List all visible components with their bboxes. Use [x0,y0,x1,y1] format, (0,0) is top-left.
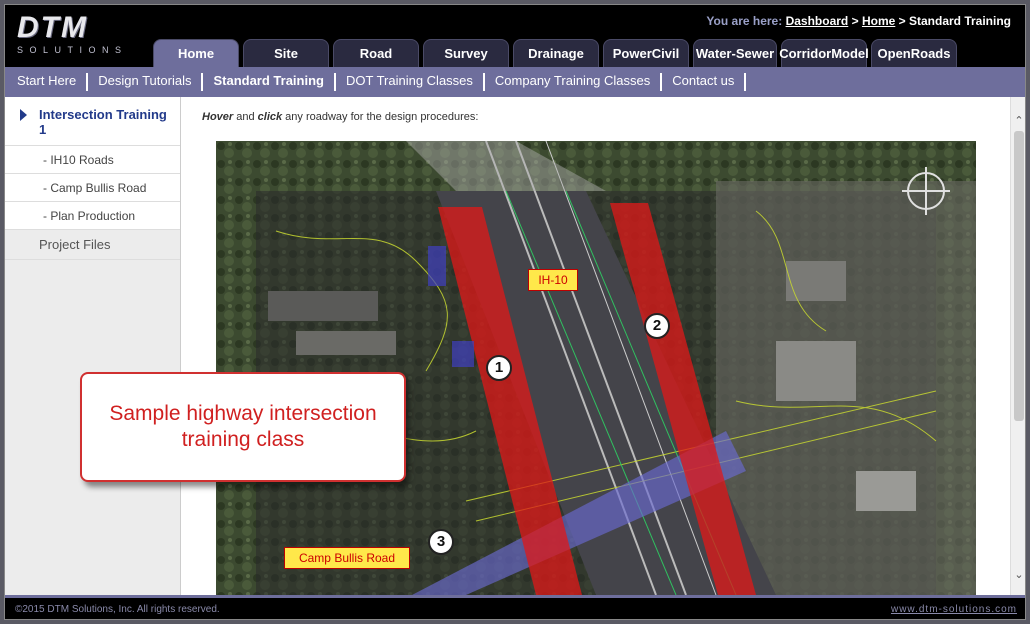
breadcrumb-dashboard-link[interactable]: Dashboard [786,14,849,28]
copyright-text: ©2015 DTM Solutions, Inc. All rights res… [15,604,220,615]
callout-box: Sample highway intersection training cla… [80,372,406,482]
tab-site[interactable]: Site [243,39,329,67]
footer: ©2015 DTM Solutions, Inc. All rights res… [5,595,1025,619]
tab-drainage[interactable]: Drainage [513,39,599,67]
camp-bullis-road-label[interactable]: Camp Bullis Road [284,547,410,569]
website-link[interactable]: www.dtm-solutions.com [891,604,1017,615]
logo-main-text: DTM [17,11,88,44]
breadcrumb: You are here: Dashboard > Home > Standar… [706,14,1011,28]
breadcrumb-separator: > [848,14,862,28]
aerial-map-graphic [216,141,976,595]
subnav-dot-training[interactable]: DOT Training Classes [336,73,485,91]
page-frame: DTM SOLUTIONS You are here: Dashboard > … [4,4,1026,620]
header: DTM SOLUTIONS You are here: Dashboard > … [5,5,1025,67]
instruction-rest: any roadway for the design procedures: [282,111,479,123]
main-tabs: Home Site Road Survey Drainage PowerCivi… [153,39,957,67]
subnav-design-tutorials[interactable]: Design Tutorials [88,73,204,91]
triangle-right-icon [20,109,27,121]
instruction-hover: Hover [202,111,234,123]
tab-powercivil[interactable]: PowerCivil [603,39,689,67]
marker-3[interactable]: 3 [428,529,454,555]
breadcrumb-home-link[interactable]: Home [862,14,895,28]
sidebar-item-label: Intersection Training 1 [39,107,167,137]
tab-survey[interactable]: Survey [423,39,509,67]
sidebar-item-project-files[interactable]: Project Files [5,230,180,260]
dtm-logo[interactable]: DTM SOLUTIONS [17,13,125,57]
scrollbar-thumb[interactable] [1014,131,1024,421]
vertical-scrollbar[interactable]: ⌃ ⌄ [1010,97,1025,595]
tab-road[interactable]: Road [333,39,419,67]
aerial-map: IH-10 Camp Bullis Road 1 2 3 [216,141,976,595]
ih10-label[interactable]: IH-10 [528,269,578,291]
tab-openroads[interactable]: OpenRoads [871,39,957,67]
instruction-click: click [257,111,283,123]
sidebar-subitem-camp-bullis-road[interactable]: - Camp Bullis Road [5,174,180,202]
breadcrumb-prefix: You are here: [706,14,783,28]
subnav-contact-us[interactable]: Contact us [662,73,747,91]
sub-navigation: Start Here Design Tutorials Standard Tra… [5,67,1025,97]
chevron-down-icon[interactable]: ⌄ [1011,565,1025,585]
tab-corridormodel[interactable]: CorridorModel [779,39,869,67]
breadcrumb-current: Standard Training [908,14,1011,28]
subnav-standard-training[interactable]: Standard Training [203,73,336,91]
sidebar-subitem-plan-production[interactable]: - Plan Production [5,202,180,230]
marker-2[interactable]: 2 [644,313,670,339]
sidebar: Intersection Training 1 - IH10 Roads - C… [5,97,181,595]
subnav-company-training[interactable]: Company Training Classes [485,73,663,91]
instruction-text: Hover and click any roadway for the desi… [202,111,478,123]
tab-home[interactable]: Home [153,39,239,67]
sidebar-subitem-ih10-roads[interactable]: - IH10 Roads [5,146,180,174]
marker-1[interactable]: 1 [486,355,512,381]
sidebar-item-intersection-training[interactable]: Intersection Training 1 [5,97,180,146]
breadcrumb-separator: > [895,14,909,28]
instruction-and: and [233,111,258,123]
chevron-up-icon[interactable]: ⌃ [1011,111,1025,131]
logo-sub-text: SOLUTIONS [17,45,128,55]
tab-water-sewer[interactable]: Water-Sewer [693,39,777,67]
subnav-start-here[interactable]: Start Here [5,73,89,91]
main-content: Hover and click any roadway for the desi… [182,97,1010,595]
